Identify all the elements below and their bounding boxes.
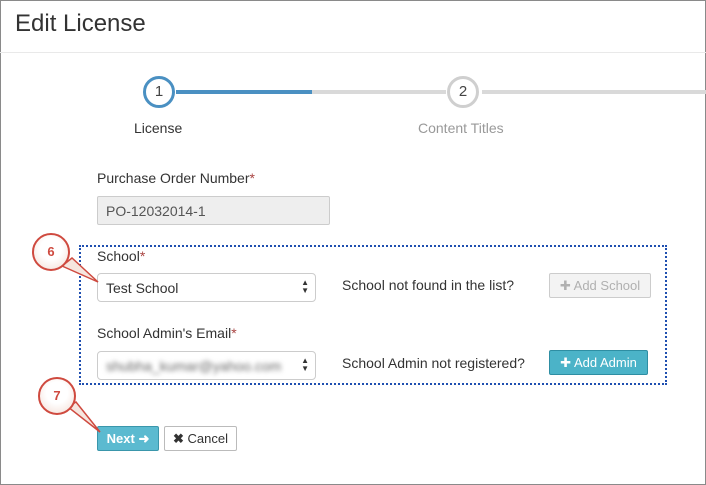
add-school-button[interactable]: ✚ Add School [549,273,651,298]
plus-icon: ✚ [559,278,571,293]
plus-icon: ✚ [560,355,572,370]
school-label: School* [97,248,145,264]
step-2-number: 2 [458,83,468,100]
callout-6-badge: 6 [32,233,70,271]
admin-email-label: School Admin's Email* [97,325,237,341]
callout-7-badge: 7 [38,377,76,415]
add-school-label: Add School [573,278,641,293]
required-asterisk: * [139,248,146,264]
school-select-value: Test School [106,280,179,296]
step-progress-line [176,90,312,94]
school-not-found-text: School not found in the list? [342,277,515,293]
step-1-circle[interactable]: 1 [143,76,175,108]
title-divider [0,52,706,53]
admin-not-registered-text: School Admin not registered? [342,355,525,371]
po-number-label-text: Purchase Order Number [97,170,250,186]
page-title: Edit License [15,10,146,37]
step-2-label: Content Titles [418,120,504,136]
step-connector-line [312,90,446,94]
add-admin-button[interactable]: ✚ Add Admin [549,350,648,375]
admin-email-select[interactable]: shubha_kumar@yahoo.com ▲ ▼ [97,351,316,380]
admin-email-label-text: School Admin's Email [97,325,232,341]
select-arrows-icon: ▲ ▼ [301,356,309,373]
school-select[interactable]: Test School ▲ ▼ [97,273,316,302]
screenshot-frame [0,0,706,485]
add-admin-label: Add Admin [573,355,637,370]
arrow-right-icon: ➜ [138,431,150,446]
step-1-label: License [134,120,183,136]
admin-email-value-blurred: shubha_kumar@yahoo.com [106,358,282,374]
required-asterisk: * [231,325,237,341]
cancel-button[interactable]: ✖ Cancel [164,426,237,451]
step-2-circle[interactable]: 2 [447,76,479,108]
close-icon: ✖ [173,431,184,446]
next-label: Next [106,431,135,446]
required-asterisk: * [249,170,255,186]
step-1-number: 1 [154,83,164,100]
po-number-label: Purchase Order Number* [97,170,255,186]
step-trailing-line [482,90,706,94]
select-arrows-icon: ▲ ▼ [301,278,309,295]
cancel-label: Cancel [187,431,228,446]
po-number-field[interactable]: PO-12032014-1 [97,196,330,225]
school-label-text: School [97,248,140,264]
next-button[interactable]: Next ➜ [97,426,159,451]
